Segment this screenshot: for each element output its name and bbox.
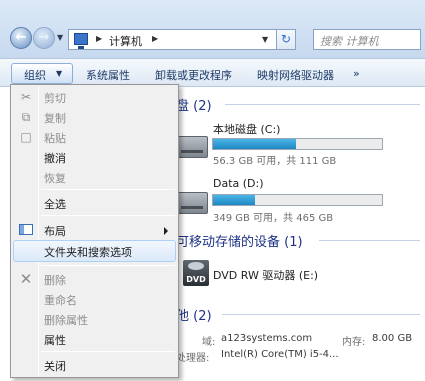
- drive-d-usage-bar: [212, 194, 383, 206]
- group-divider: [222, 314, 420, 315]
- menu-item-redo[interactable]: 恢复: [13, 166, 176, 188]
- computer-icon: [74, 33, 88, 49]
- drive-d-usage-fill: [213, 195, 256, 205]
- delete-icon: ✕: [19, 270, 33, 288]
- more-commands-button[interactable]: »: [353, 67, 360, 80]
- uninstall-program-button[interactable]: 卸载或更改程序: [155, 67, 232, 83]
- memory-value: 8.00 GB: [372, 333, 413, 344]
- menu-separator: [41, 351, 175, 352]
- scissors-icon: ✂: [20, 90, 32, 104]
- breadcrumb-separator-icon[interactable]: ▶: [152, 34, 158, 43]
- menu-item-copy[interactable]: ⧉ 复制: [13, 106, 176, 128]
- drive-c-space: 56.3 GB 可用，共 111 GB: [213, 156, 337, 167]
- menu-item-properties[interactable]: 属性: [13, 328, 176, 350]
- chevron-down-icon: ▼: [56, 69, 63, 78]
- menu-item-folder-options[interactable]: 文件夹和搜索选项: [13, 240, 176, 262]
- group-header-removable[interactable]: 有可移动存储的设备 (1): [163, 231, 303, 250]
- menu-item-cut[interactable]: ✂ 剪切: [13, 86, 176, 108]
- drive-c-usage-bar: [212, 138, 383, 150]
- processor-value: Intel(R) Core(TM) i5-4...: [221, 349, 339, 360]
- submenu-arrow-icon: [164, 227, 168, 235]
- menu-item-undo[interactable]: 撤消: [13, 146, 176, 168]
- dvd-drive-icon[interactable]: DVD: [183, 260, 209, 286]
- drive-d-name[interactable]: Data (D:): [213, 177, 264, 190]
- recent-pages-dropdown-icon[interactable]: ▼: [57, 33, 63, 42]
- search-placeholder: 搜索 计算机: [320, 35, 379, 48]
- hard-drive-icon[interactable]: [176, 192, 208, 214]
- drive-c-name[interactable]: 本地磁盘 (C:): [213, 121, 280, 137]
- map-network-drive-button[interactable]: 映射网络驱动器: [257, 67, 334, 83]
- organize-label: 组织: [24, 69, 46, 82]
- group-divider: [319, 240, 420, 241]
- menu-item-select-all[interactable]: 全选: [13, 192, 176, 214]
- menu-item-rename[interactable]: 重命名: [13, 288, 176, 310]
- menu-separator: [41, 215, 175, 216]
- drive-e-name[interactable]: DVD RW 驱动器 (E:): [213, 267, 318, 283]
- menu-item-remove-properties[interactable]: 删除属性: [13, 308, 176, 330]
- breadcrumb-computer[interactable]: 计算机: [109, 33, 142, 49]
- paste-icon: □: [20, 130, 32, 144]
- menu-separator: [41, 265, 175, 266]
- address-history-dropdown-icon[interactable]: ▼: [262, 35, 268, 44]
- forward-arrow-icon: →: [38, 30, 50, 45]
- drive-d-space: 349 GB 可用，共 465 GB: [213, 213, 334, 224]
- address-bar[interactable]: ▶ 计算机 ▶: [68, 29, 293, 50]
- refresh-button[interactable]: ↻: [276, 29, 296, 50]
- menu-item-paste[interactable]: □ 粘贴: [13, 126, 176, 148]
- dvd-icon-label: DVD: [186, 275, 206, 284]
- command-bar: 组织 ▼ 系统属性 卸载或更改程序 映射网络驱动器 »: [0, 58, 425, 87]
- breadcrumb-separator-icon[interactable]: ▶: [96, 34, 102, 43]
- organize-button[interactable]: 组织 ▼: [11, 63, 73, 84]
- layout-icon: [19, 224, 33, 235]
- drive-c-usage-fill: [213, 139, 296, 149]
- menu-item-close[interactable]: 关闭: [13, 354, 176, 376]
- menu-item-layout[interactable]: 布局: [13, 219, 176, 241]
- hard-drive-icon[interactable]: [176, 136, 208, 158]
- group-divider: [225, 104, 420, 105]
- search-input[interactable]: 搜索 计算机: [313, 29, 421, 50]
- menu-item-delete[interactable]: ✕ 删除: [13, 268, 176, 290]
- memory-label: 内存:: [342, 337, 366, 348]
- system-properties-button[interactable]: 系统属性: [86, 67, 130, 83]
- menu-separator: [41, 189, 175, 190]
- back-arrow-icon: ←: [15, 30, 27, 45]
- domain-label: 域:: [202, 337, 216, 348]
- copy-icon: ⧉: [21, 110, 31, 124]
- forward-button[interactable]: →: [33, 27, 55, 49]
- address-area: ← → ▼ ▶ 计算机 ▶ ▼ ↻ 搜索 计算机: [0, 0, 425, 58]
- refresh-icon: ↻: [280, 32, 292, 46]
- processor-label: 处理器:: [176, 353, 210, 364]
- domain-value: a123systems.com: [221, 333, 313, 344]
- organize-menu: ✂ 剪切 ⧉ 复制 □ 粘贴 撤消 恢复 全选 布局 文件夹和搜索选项 ✕ 删除…: [10, 84, 179, 378]
- back-button[interactable]: ←: [10, 27, 32, 49]
